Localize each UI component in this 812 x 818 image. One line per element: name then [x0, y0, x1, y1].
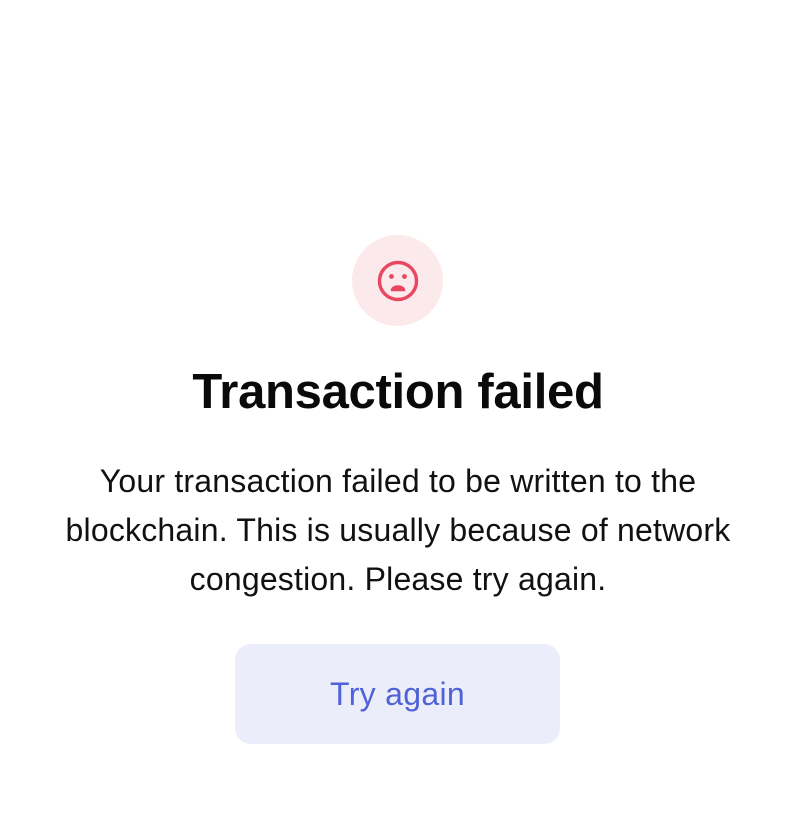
sad-face-glyph [377, 260, 418, 301]
try-again-button[interactable]: Try again [235, 644, 560, 744]
sad-face-icon [352, 235, 443, 326]
dialog-message: Your transaction failed to be written to… [65, 463, 731, 597]
dialog-title: Transaction failed [192, 365, 604, 419]
transaction-failed-dialog: Transaction failed Your transaction fail… [0, 0, 812, 818]
